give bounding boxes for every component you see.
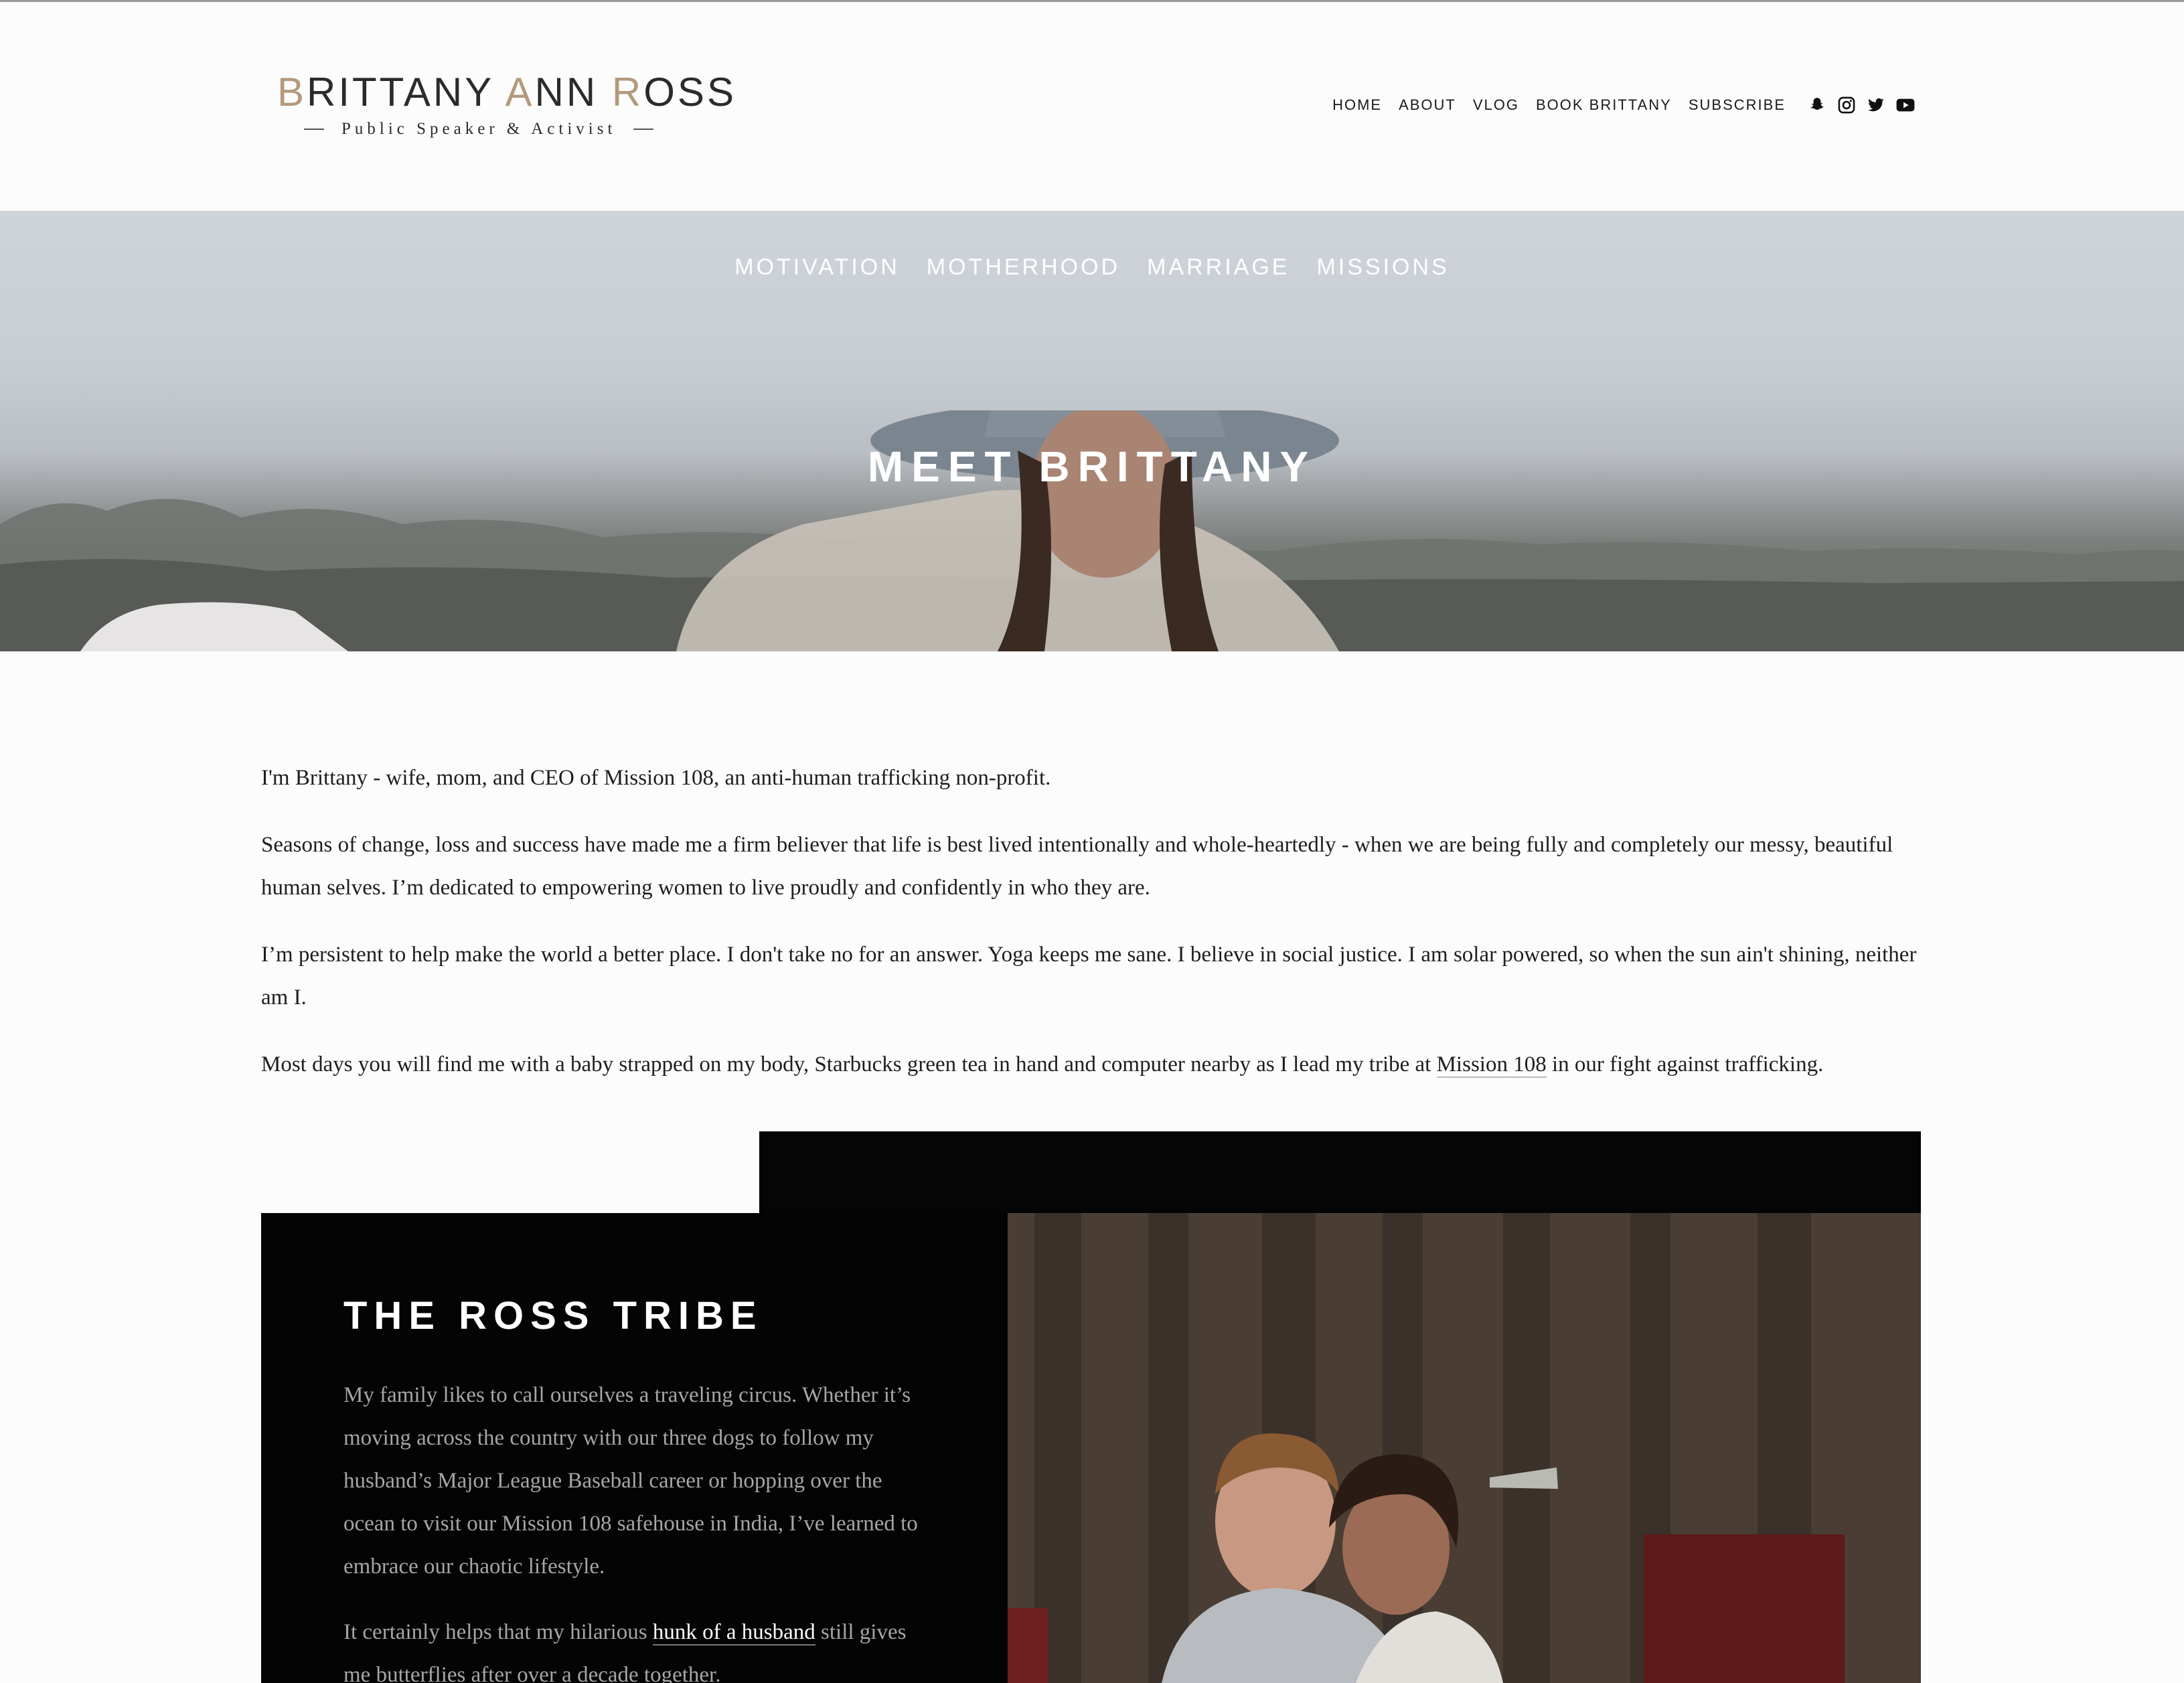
- social-links: [1806, 94, 1916, 116]
- main-nav: HOME ABOUT VLOG BOOK BRITTANY SUBSCRIBE: [1332, 94, 1916, 116]
- category-marriage[interactable]: MARRIAGE: [1147, 254, 1290, 280]
- youtube-icon[interactable]: [1895, 94, 1916, 116]
- husband-link[interactable]: hunk of a husband: [652, 1620, 815, 1646]
- mission-108-link[interactable]: Mission 108: [1436, 1052, 1547, 1078]
- site-logo[interactable]: BRITTANY ANN ROSS Public Speaker & Activ…: [277, 69, 736, 139]
- site-header: BRITTANY ANN ROSS Public Speaker & Activ…: [0, 2, 2184, 211]
- intro-paragraph: Seasons of change, loss and success have…: [261, 833, 1893, 900]
- nav-vlog[interactable]: VLOG: [1473, 96, 1519, 114]
- family-photo: [1008, 1213, 1921, 1683]
- twitter-icon[interactable]: [1865, 94, 1887, 116]
- snapchat-icon[interactable]: [1806, 94, 1828, 116]
- tribe-paragraph: My family likes to call ourselves a trav…: [343, 1383, 918, 1579]
- intro-text: I'm Brittany - wife, mom, and CEO of Mis…: [261, 756, 1922, 1110]
- category-motivation[interactable]: MOTIVATION: [734, 254, 900, 280]
- nav-book-brittany[interactable]: BOOK BRITTANY: [1536, 96, 1672, 114]
- category-missions[interactable]: MISSIONS: [1316, 254, 1449, 280]
- category-nav: MOTIVATION MOTHERHOOD MARRIAGE MISSIONS: [0, 254, 2184, 280]
- hero-banner: MOTIVATION MOTHERHOOD MARRIAGE MISSIONS …: [0, 211, 2184, 651]
- nav-home[interactable]: HOME: [1332, 96, 1382, 114]
- logo-name: BRITTANY ANN ROSS: [277, 70, 736, 114]
- intro-paragraph: I’m persistent to help make the world a …: [261, 943, 1917, 1010]
- nav-about[interactable]: ABOUT: [1399, 96, 1456, 114]
- tribe-paragraph: It certainly helps that my hilarious hun…: [343, 1620, 907, 1683]
- tribe-body: My family likes to call ourselves a trav…: [343, 1374, 933, 1683]
- tribe-title: THE ROSS TRIBE: [343, 1294, 763, 1338]
- intro-paragraph: Most days you will find me with a baby s…: [261, 1052, 1824, 1078]
- hero-title: MEET BRITTANY: [867, 443, 1317, 491]
- instagram-icon[interactable]: [1836, 94, 1857, 116]
- tagline-dash-left: [304, 129, 324, 130]
- category-motherhood[interactable]: MOTHERHOOD: [927, 254, 1120, 280]
- intro-paragraph: I'm Brittany - wife, mom, and CEO of Mis…: [261, 766, 1051, 790]
- nav-subscribe[interactable]: SUBSCRIBE: [1689, 96, 1786, 114]
- tagline-dash-right: [633, 129, 654, 130]
- ross-tribe-card: THE ROSS TRIBE My family likes to call o…: [261, 1213, 1008, 1683]
- logo-tagline: Public Speaker & Activist: [277, 120, 679, 139]
